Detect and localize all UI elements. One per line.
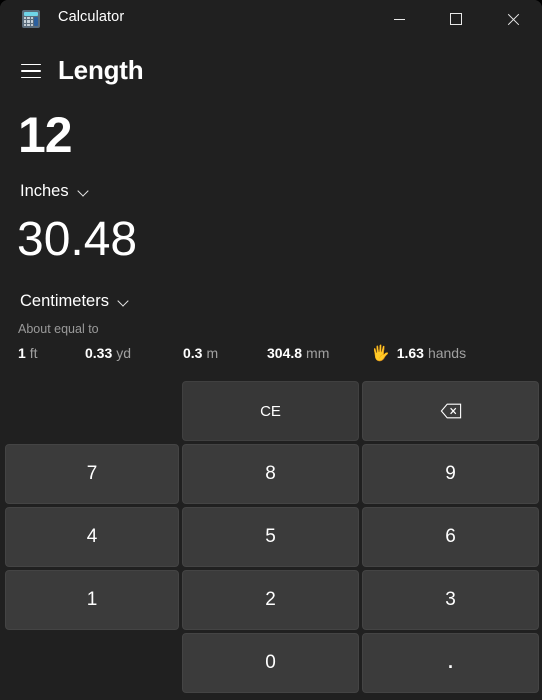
calculator-window: Calculator Length 12 Inches 30.48 Centim… <box>0 0 542 700</box>
key-0[interactable]: 0 <box>182 633 359 693</box>
chevron-down-icon <box>78 185 91 198</box>
key-2[interactable]: 2 <box>182 570 359 630</box>
equivalent-number: 1.63 <box>396 345 424 361</box>
equivalent-unit: ft <box>29 345 38 361</box>
key-empty-bottom-left <box>5 633 179 693</box>
equivalents-row: 1 ft 0.33 yd 0.3 m 304.8 mm 🖐 1.63 hands <box>18 345 528 365</box>
equivalent-number: 1 <box>18 345 26 361</box>
key-1[interactable]: 1 <box>5 570 179 630</box>
key-6[interactable]: 6 <box>362 507 539 567</box>
numeric-keypad: CE 7 8 9 4 5 6 1 2 3 0. <box>5 381 539 695</box>
equivalent-number: 304.8 <box>267 345 303 361</box>
equivalent-item: 0.3 m <box>183 345 218 361</box>
key-empty-top-left <box>5 381 179 441</box>
key-3[interactable]: 3 <box>362 570 539 630</box>
calculator-icon-screen <box>24 12 38 16</box>
key-decimal[interactable]: . <box>362 633 539 693</box>
minimize-button[interactable] <box>376 0 422 38</box>
window-title: Calculator <box>58 9 125 25</box>
chevron-down-icon <box>118 295 131 308</box>
equivalent-unit: mm <box>306 345 330 361</box>
key-1-label: 1 <box>86 589 98 610</box>
equivalent-number: 0.3 <box>183 345 203 361</box>
clear-entry-button[interactable]: CE <box>182 381 359 441</box>
calculator-icon-keys <box>24 17 33 26</box>
equivalent-item: 0.33 yd <box>85 345 131 361</box>
minimize-icon <box>393 18 405 20</box>
key-2-label: 2 <box>265 589 276 610</box>
calculator-icon-operator-column <box>34 17 38 26</box>
equivalent-item: 1 ft <box>18 345 38 361</box>
maximize-icon <box>450 13 462 25</box>
raised-hand-icon: 🖐 <box>371 345 390 362</box>
close-icon <box>507 13 519 25</box>
close-button[interactable] <box>490 0 536 38</box>
key-8-label: 8 <box>265 463 276 484</box>
to-value: 30.48 <box>17 213 138 266</box>
equivalent-number: 0.33 <box>85 345 113 361</box>
key-9-label: 9 <box>445 463 456 484</box>
hamburger-menu-icon[interactable] <box>14 55 48 87</box>
from-unit-dropdown[interactable]: Inches <box>17 180 97 203</box>
key-6-label: 6 <box>445 526 456 547</box>
equivalent-item: 🖐 1.63 hands <box>371 345 466 361</box>
from-unit-label: Inches <box>20 182 69 200</box>
key-9[interactable]: 9 <box>362 444 539 504</box>
key-4[interactable]: 4 <box>5 507 179 567</box>
from-value[interactable]: 12 <box>18 110 73 160</box>
key-0-label: 0 <box>265 652 276 673</box>
to-unit-label: Centimeters <box>20 292 109 310</box>
title-bar[interactable]: Calculator <box>0 0 542 38</box>
equivalent-unit: hands <box>427 345 467 361</box>
backspace-icon <box>440 403 462 419</box>
key-5[interactable]: 5 <box>182 507 359 567</box>
key-8[interactable]: 8 <box>182 444 359 504</box>
page-title: Length <box>58 55 144 85</box>
key-7[interactable]: 7 <box>5 444 179 504</box>
key-7-label: 7 <box>86 463 98 484</box>
equivalent-unit: m <box>206 345 219 361</box>
equivalent-unit: yd <box>116 345 132 361</box>
equivalent-item: 304.8 mm <box>267 345 329 361</box>
to-unit-dropdown[interactable]: Centimeters <box>17 290 137 313</box>
backspace-button[interactable] <box>362 381 539 441</box>
about-equal-to-label: About equal to <box>18 322 99 336</box>
calculator-icon <box>22 10 40 28</box>
key-3-label: 3 <box>445 589 456 610</box>
maximize-button[interactable] <box>433 0 479 38</box>
key-4-label: 4 <box>86 526 98 547</box>
clear-entry-button-label: CE <box>260 402 281 420</box>
key-5-label: 5 <box>265 526 276 547</box>
